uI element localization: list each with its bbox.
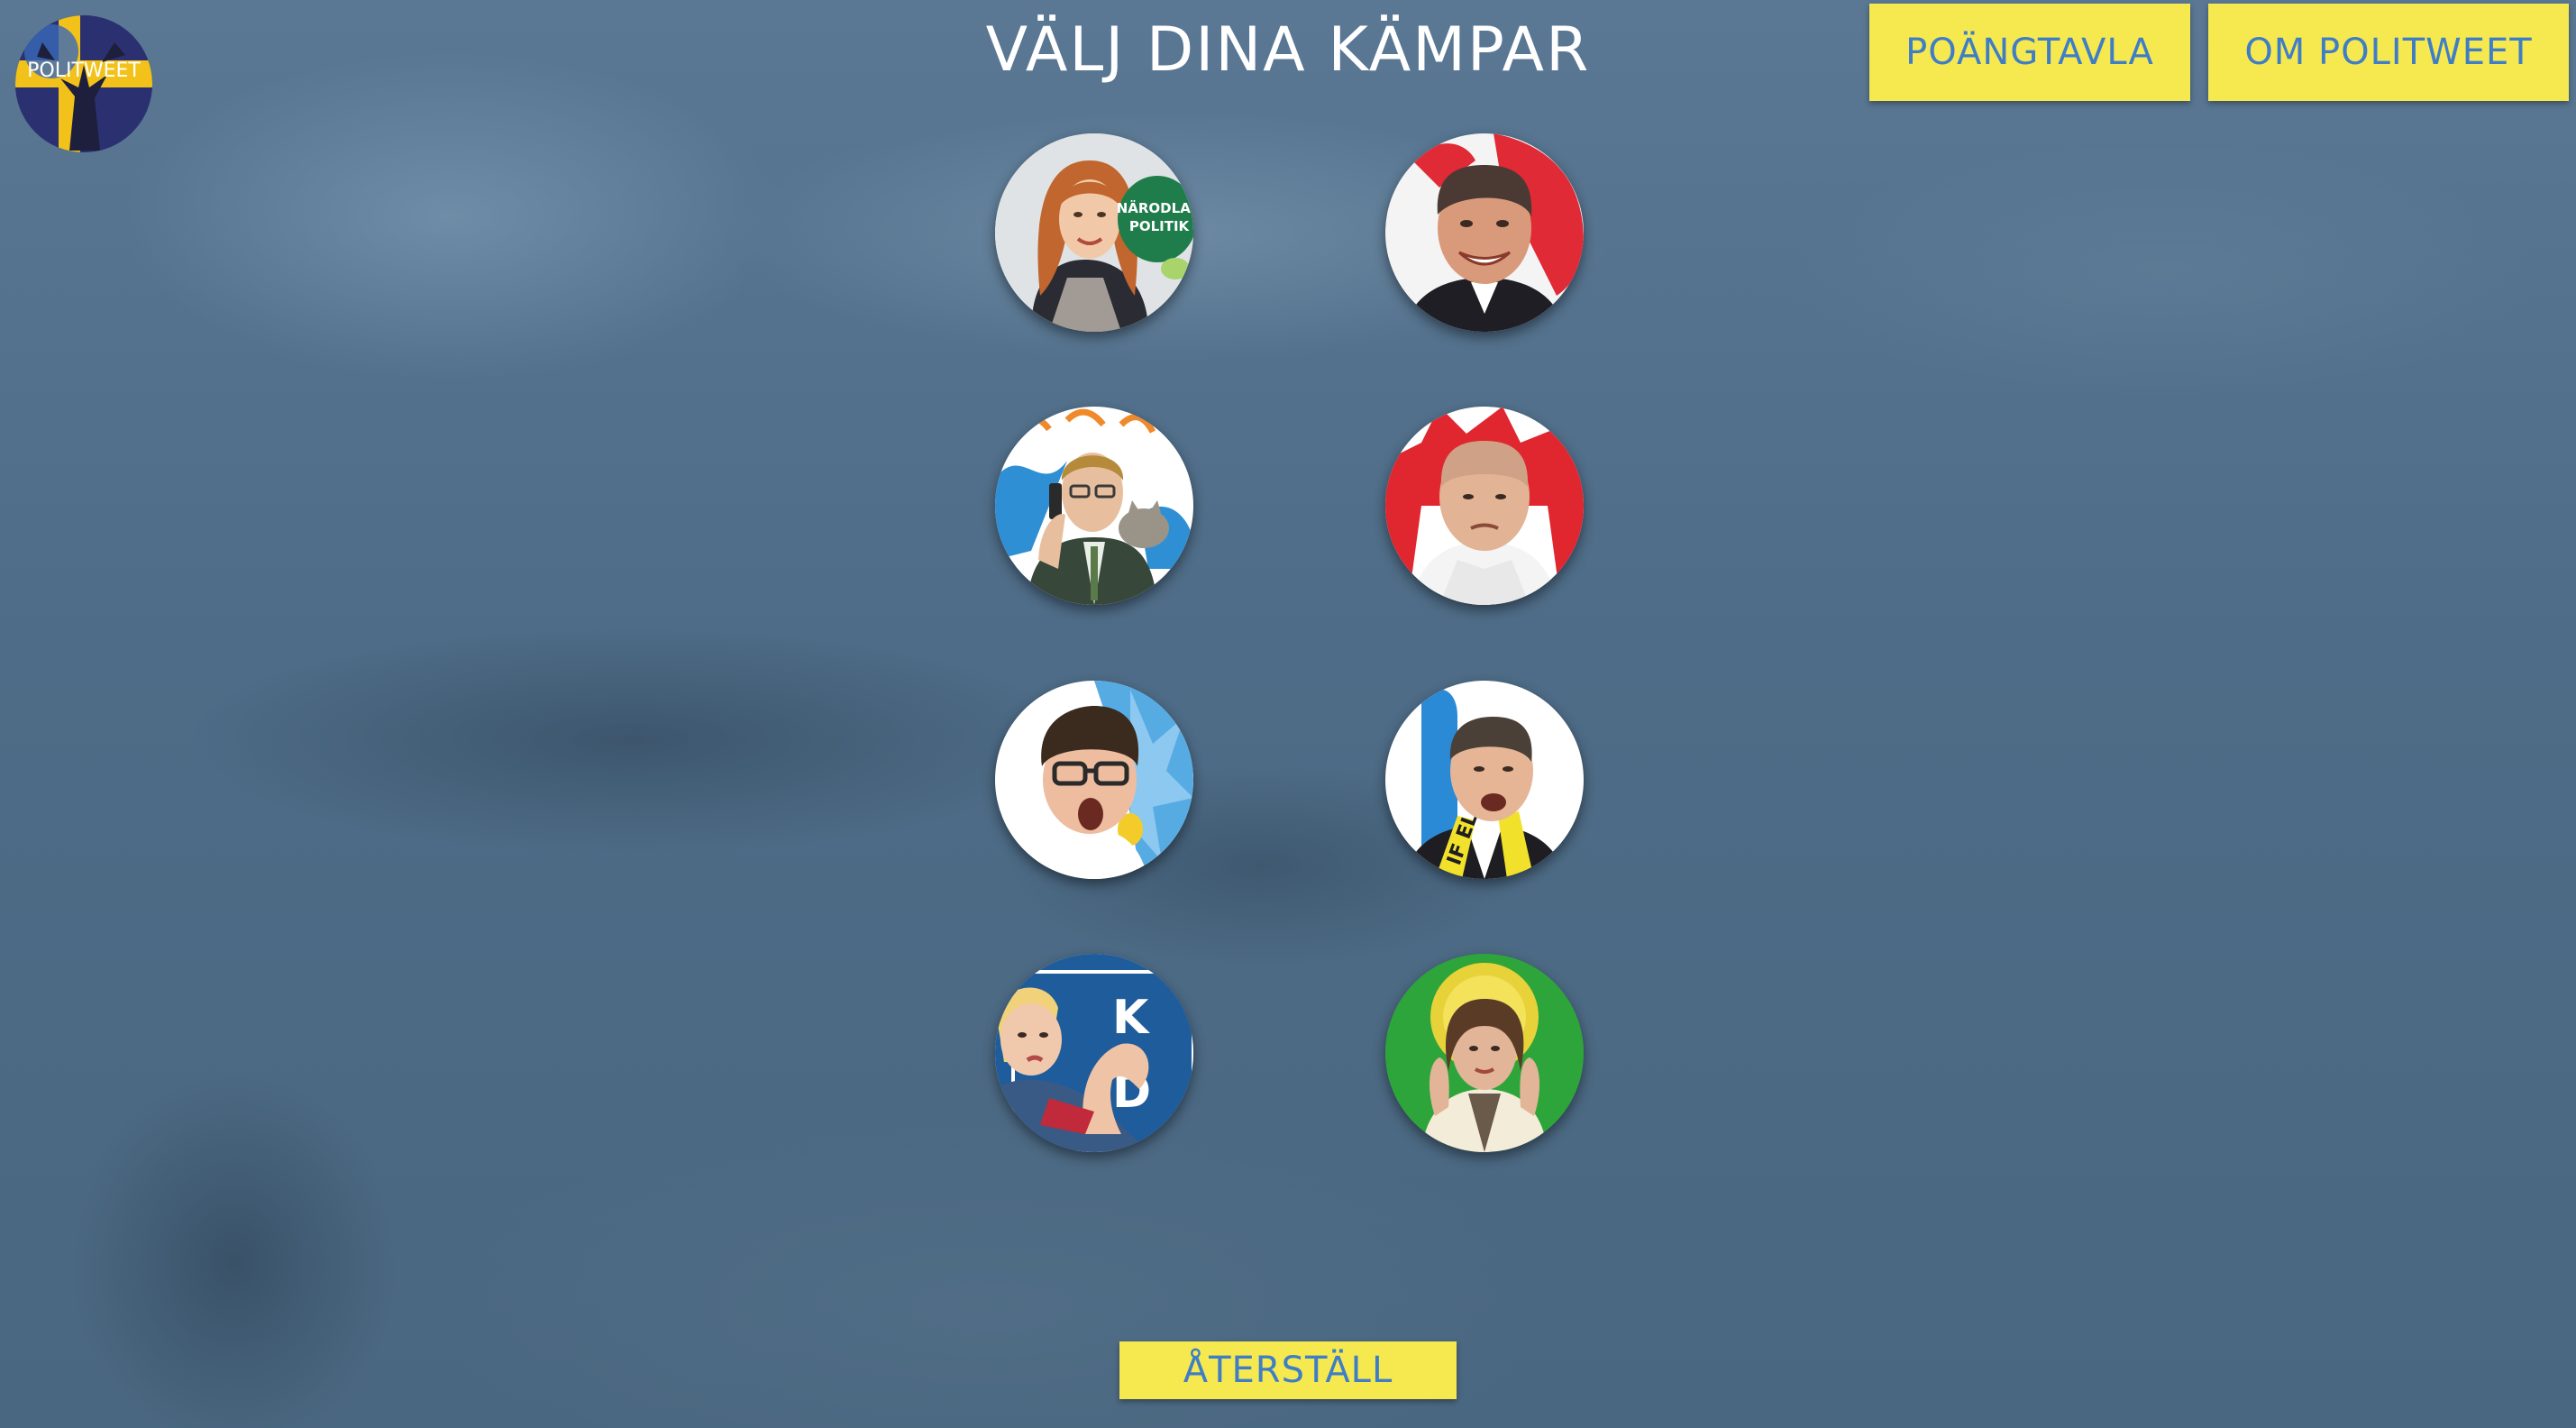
logo-text: POLITWEET	[27, 60, 141, 82]
fighter-portrait-7: K D	[995, 954, 1193, 1152]
about-politweet-button[interactable]: OM POLITWEET	[2208, 4, 2569, 101]
fighter-portrait-3	[995, 407, 1193, 605]
blurred-background	[0, 0, 2576, 1428]
fighter-card-2[interactable]	[1385, 133, 1584, 332]
fighter-portrait-1: NÄRODLAD POLITIK	[995, 133, 1193, 332]
fighter-card-4[interactable]	[1385, 407, 1584, 605]
fighter-card-7[interactable]: K D	[995, 954, 1193, 1152]
fighter-card-6[interactable]: IF EL	[1385, 681, 1584, 879]
reset-button[interactable]: ÅTERSTÄLL	[1119, 1341, 1457, 1399]
fighter-card-8[interactable]	[1385, 954, 1584, 1152]
fighter-portrait-4	[1385, 407, 1584, 605]
fighter-card-1[interactable]: NÄRODLAD POLITIK	[995, 133, 1193, 332]
fighter-card-5[interactable]	[995, 681, 1193, 879]
sign-letter-1: K	[1112, 991, 1150, 1045]
scoreboard-button[interactable]: POÄNGTAVLA	[1869, 4, 2190, 101]
speech-bubble-line2: POLITIK	[1129, 218, 1191, 234]
fighter-card-3[interactable]	[995, 407, 1193, 605]
speech-bubble-line1: NÄRODLAD	[1117, 199, 1193, 216]
fighter-portrait-6: IF EL	[1385, 681, 1584, 879]
fighter-portrait-5	[995, 681, 1193, 879]
fighter-portrait-2	[1385, 133, 1584, 332]
page-title: VÄLJ DINA KÄMPAR	[985, 14, 1591, 86]
politweet-logo[interactable]: POLITWEET	[15, 15, 152, 152]
fighter-portrait-8	[1385, 954, 1584, 1152]
